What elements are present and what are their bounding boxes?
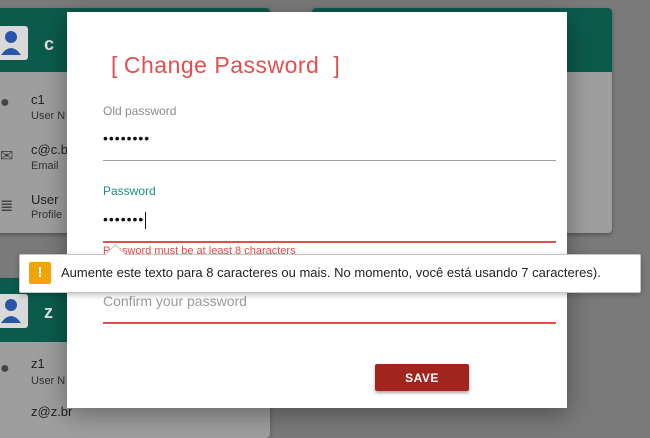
validation-tooltip: ! Aumente este texto para 8 caracteres o… xyxy=(19,254,641,293)
person-icon: ● xyxy=(0,94,10,111)
change-password-dialog: [Change Password] Old password •••••••• … xyxy=(67,12,567,408)
user-card-initial: z xyxy=(44,302,53,322)
password-value: ••••••• xyxy=(103,211,145,227)
title-bracket-open: [ xyxy=(111,52,118,78)
validation-message: Aumente este texto para 8 caracteres ou … xyxy=(61,265,601,280)
user-card-role-caption: Profile xyxy=(31,209,63,221)
password-label: Password xyxy=(103,184,156,198)
old-password-field[interactable]: •••••••• xyxy=(103,130,150,146)
warning-icon: ! xyxy=(29,262,51,284)
user-card-username: c1 xyxy=(31,92,45,107)
confirm-password-underline xyxy=(103,322,556,324)
user-avatar-icon xyxy=(1,31,21,55)
dialog-title: [Change Password] xyxy=(105,52,346,79)
user-card-initial: c xyxy=(44,34,55,54)
mail-icon: ✉ xyxy=(0,148,14,165)
password-underline xyxy=(103,241,556,243)
save-button[interactable]: SAVE xyxy=(375,364,469,391)
avatar xyxy=(0,26,28,60)
user-card-email-caption: Email xyxy=(31,160,59,172)
user-card-email: c@c.b xyxy=(31,142,69,157)
avatar xyxy=(0,294,28,328)
profile-list-icon: ≣ xyxy=(0,198,14,215)
user-card-username-caption: User N xyxy=(31,110,66,122)
old-password-label: Old password xyxy=(103,104,177,118)
title-bracket-close: ] xyxy=(333,52,341,78)
person-icon: ● xyxy=(0,360,10,377)
text-caret xyxy=(145,211,147,229)
user-card-username: z1 xyxy=(31,356,45,371)
password-field[interactable]: ••••••• xyxy=(103,211,147,229)
title-text: Change Password xyxy=(123,52,320,78)
user-card-username-caption: User N xyxy=(31,375,66,387)
confirm-password-field[interactable]: Confirm your password xyxy=(103,293,247,309)
user-avatar-icon xyxy=(1,299,21,323)
user-card-role: User xyxy=(31,192,59,207)
old-password-underline xyxy=(103,160,556,161)
